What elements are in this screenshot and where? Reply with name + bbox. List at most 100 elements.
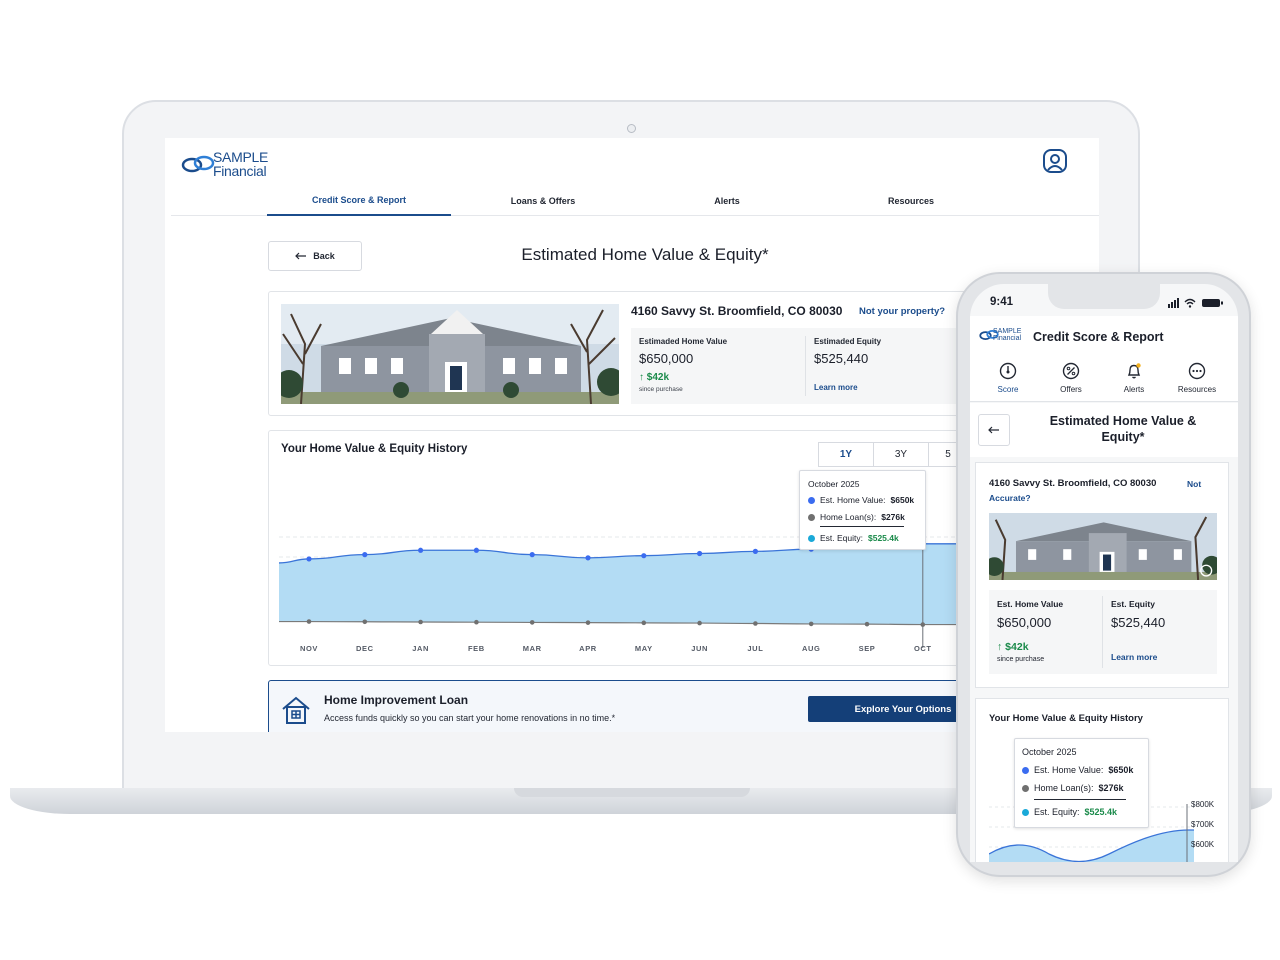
nav-loans-offers[interactable]: Loans & Offers [451, 186, 635, 216]
phone-tooltip-home-value: $650k [1108, 765, 1134, 775]
equity-dot-icon [808, 534, 815, 542]
since-purchase: since purchase [639, 386, 683, 393]
phone-tab-offers[interactable]: Offers [1041, 362, 1101, 394]
phone-page-title-line1: Estimated Home Value & [1049, 414, 1197, 428]
arrow-up-icon: ↑ [997, 641, 1006, 653]
phone-tab-score[interactable]: Score [978, 362, 1038, 394]
phone-not-accurate-link-1[interactable]: Not [1187, 479, 1201, 489]
phone-tooltip-month: October 2025 [1022, 747, 1077, 757]
back-button[interactable]: Back [268, 241, 362, 271]
phone-brand[interactable]: SAMPLE Financial [993, 328, 1021, 342]
history-title: Your Home Value & Equity History [281, 443, 468, 455]
phone-tab-alerts-label: Alerts [1123, 385, 1145, 394]
value-change-amount: $42k [646, 372, 670, 383]
phone-chart-tooltip: October 2025 Est. Home Value: $650k Home… [1014, 738, 1149, 828]
home-loan-point[interactable] [753, 621, 758, 626]
chart-tooltip: October 2025 Est. Home Value: $650k Home… [799, 470, 926, 550]
phone-value-change: ↑ $42k [997, 641, 1029, 653]
home-loan-point[interactable] [474, 619, 479, 625]
property-address: 4160 Savvy St. Broomfield, CO 80030 [631, 304, 843, 318]
percent-badge-icon [1062, 362, 1080, 380]
metrics-divider [805, 336, 806, 396]
phone-tooltip-home-value-label: Est. Home Value: [1034, 765, 1104, 775]
status-icons [1168, 298, 1223, 308]
phone-back-button[interactable] [978, 414, 1010, 446]
x-axis-label: OCT [913, 644, 932, 653]
phone-equity-area [989, 830, 1194, 862]
phone-tab-resources[interactable]: Resources [1167, 362, 1227, 394]
home-loan-point[interactable] [864, 621, 870, 627]
home-loan-point[interactable] [529, 620, 535, 625]
brand-logo-icon [181, 155, 215, 173]
equity-value: $525,440 [814, 351, 869, 366]
phone-equity-label: Est. Equity [1111, 599, 1155, 609]
home-value-dot-icon [808, 496, 815, 504]
phone-not-accurate-link-2[interactable]: Accurate? [989, 493, 1031, 503]
equity-label: Estimaded Equity [814, 337, 882, 346]
home-value-point[interactable] [641, 553, 647, 559]
tooltip-home-value: $650k [890, 495, 915, 505]
x-axis-label: JUN [691, 644, 708, 653]
y-tick-700k: $700K [1191, 820, 1215, 829]
phone-screen: 9:41 SAMPLE Financial Credit Score & Rep… [970, 284, 1238, 862]
phone-tooltip-loan-label: Home Loan(s): [1034, 783, 1094, 793]
phone-home-value: $650,000 [997, 615, 1052, 630]
home-loan-point[interactable] [641, 620, 647, 626]
page-title: Estimated Home Value & Equity* [521, 245, 769, 264]
home-value-label: Estimaded Home Value [639, 337, 728, 346]
home-value-point[interactable] [473, 547, 479, 553]
phone-equity-value: $525,440 [1111, 615, 1166, 630]
home-loan-point[interactable] [418, 619, 423, 625]
arrow-left-icon [295, 252, 307, 260]
account-icon[interactable] [1042, 148, 1068, 174]
loan-dot-icon [808, 513, 815, 521]
range-1y-button[interactable]: 1Y [818, 442, 874, 467]
home-value-point[interactable] [362, 552, 368, 558]
nav-resources[interactable]: Resources [819, 186, 1003, 216]
nav-credit-score[interactable]: Credit Score & Report [267, 186, 451, 216]
phone-since-purchase: since purchase [997, 656, 1045, 663]
brand-line1: SAMPLE [213, 149, 268, 165]
phone-house-photo [989, 513, 1217, 580]
home-loan-point[interactable] [585, 620, 591, 625]
back-label: Back [313, 251, 335, 261]
phone-learn-more-link[interactable]: Learn more [1111, 652, 1157, 662]
x-axis-label: FEB [467, 644, 485, 653]
phone-brand-line2: Financial [993, 335, 1022, 342]
phone-header-title: Credit Score & Report [1033, 330, 1164, 344]
y-tick-600k: $600K [1191, 840, 1215, 849]
home-value-point[interactable] [418, 547, 424, 553]
home-value-point[interactable] [585, 555, 591, 561]
home-loan-point[interactable] [306, 619, 312, 624]
phone-page-title: Estimated Home Value & Equity* [1018, 413, 1228, 445]
home-value-point[interactable] [697, 550, 703, 557]
tooltip-equity-label: Est. Equity: [820, 533, 863, 543]
y-tick-800k: $800K [1191, 800, 1215, 809]
x-axis-label: DEC [355, 644, 374, 653]
x-axis-label: JAN [412, 644, 429, 653]
range-3y-button[interactable]: 3Y [873, 442, 929, 467]
phone-metrics-divider [1102, 596, 1103, 668]
phone-tab-alerts[interactable]: Alerts [1104, 362, 1164, 394]
home-loan-point[interactable] [920, 622, 926, 627]
laptop-hinge-notch [514, 788, 750, 797]
home-value-point[interactable] [752, 548, 758, 554]
home-value-point[interactable] [529, 552, 535, 558]
home-loan-point[interactable] [808, 621, 814, 627]
not-your-property-link[interactable]: Not your property? [859, 306, 945, 317]
home-value-point[interactable] [306, 556, 312, 562]
house-photo [281, 304, 619, 404]
learn-more-link[interactable]: Learn more [814, 383, 858, 392]
phone-value-change-amount: $42k [1005, 641, 1029, 653]
x-axis-label: APR [579, 644, 597, 653]
x-axis-label: SEP [858, 644, 876, 653]
home-loan-point[interactable] [697, 620, 702, 626]
phone-address: 4160 Savvy St. Broomfield, CO 80030 [989, 478, 1157, 489]
home-value-dot-icon [1022, 766, 1029, 774]
arrow-left-icon [988, 426, 999, 434]
nav-alerts[interactable]: Alerts [635, 186, 819, 216]
house-icon [282, 696, 310, 724]
phone-tab-resources-label: Resources [1177, 385, 1217, 394]
brand-logo[interactable]: SAMPLE Financial [213, 150, 268, 178]
home-loan-point[interactable] [362, 619, 368, 625]
